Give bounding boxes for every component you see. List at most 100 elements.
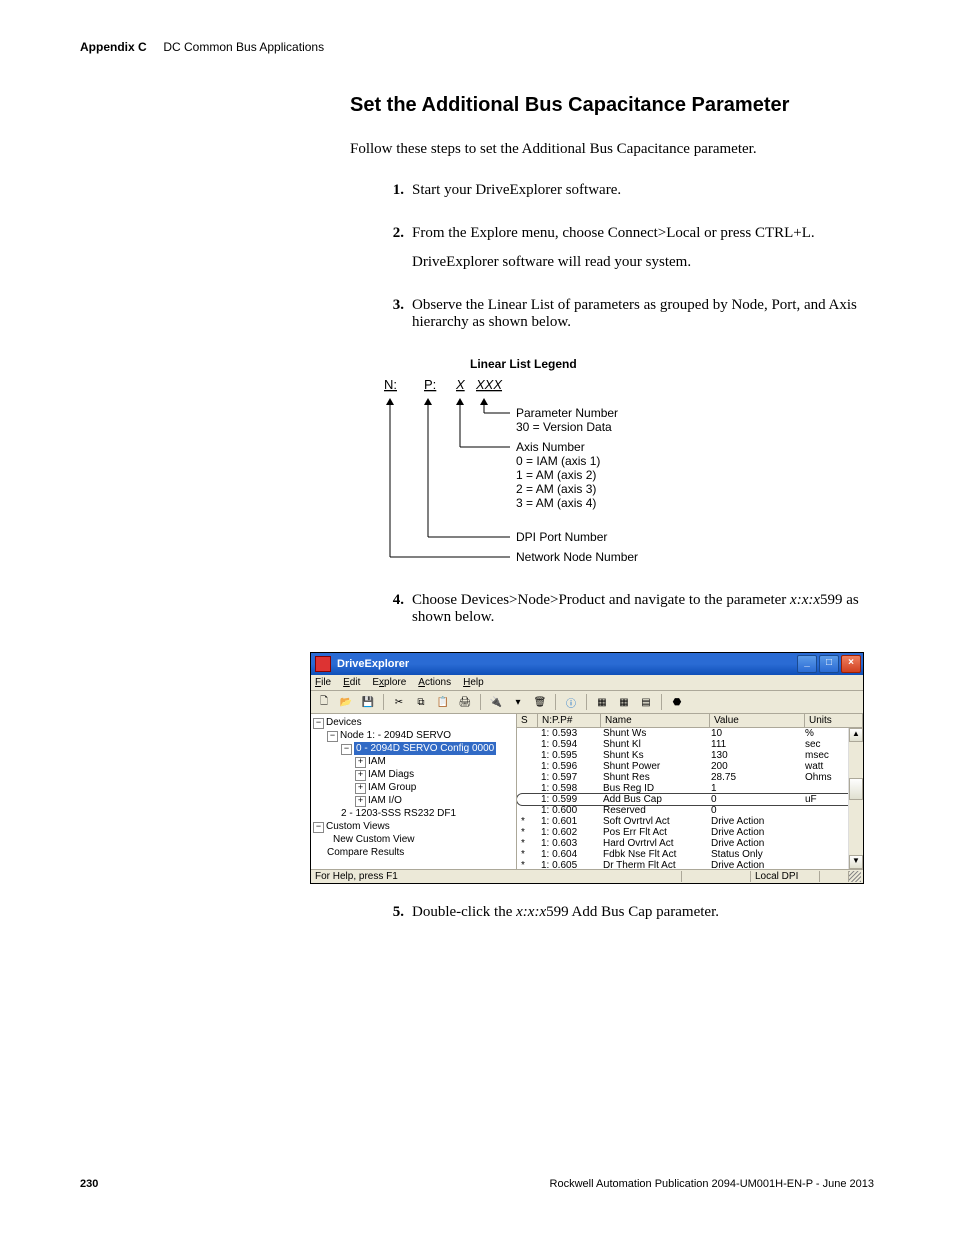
footer: 230 Rockwell Automation Publication 2094… bbox=[80, 1178, 874, 1190]
tree-port2[interactable]: 2 - 1203-SSS RS232 DF1 bbox=[341, 808, 456, 819]
col-units[interactable]: Units bbox=[805, 714, 863, 727]
tree-expand-icon[interactable]: + bbox=[355, 770, 366, 781]
label-axis2: 2 = AM (axis 3) bbox=[516, 482, 596, 496]
tree-collapse-icon[interactable]: − bbox=[313, 718, 324, 729]
table-row[interactable]: *1: 0.604Fdbk Nse Flt ActStatus Only bbox=[517, 849, 863, 860]
tree-expand-icon[interactable]: + bbox=[355, 783, 366, 794]
titlebar[interactable]: DriveExplorer _ □ × bbox=[311, 653, 863, 675]
menu-file[interactable]: File bbox=[315, 677, 331, 688]
tree-iam-diags[interactable]: IAM Diags bbox=[368, 769, 414, 780]
table-row[interactable]: 1: 0.596Shunt Power200watt bbox=[517, 761, 863, 772]
grid-icon[interactable]: ▤ bbox=[637, 693, 655, 711]
tree-expand-icon[interactable]: + bbox=[355, 757, 366, 768]
table-row[interactable]: 1: 0.594Shunt Kl111sec bbox=[517, 739, 863, 750]
step-3: Observe the Linear List of parameters as… bbox=[412, 297, 874, 331]
intro-text: Follow these steps to set the Additional… bbox=[350, 141, 874, 158]
list-header: S N:P.P# Name Value Units bbox=[517, 714, 863, 728]
minimize-button[interactable]: _ bbox=[797, 655, 817, 673]
tree-collapse-icon[interactable]: − bbox=[313, 822, 324, 833]
tree-expand-icon[interactable]: + bbox=[355, 796, 366, 807]
dropdown-icon[interactable]: ▾ bbox=[509, 693, 527, 711]
table-row[interactable]: 1: 0.598Bus Reg ID1 bbox=[517, 783, 863, 794]
col-np[interactable]: N:P.P# bbox=[538, 714, 601, 727]
legend-xxx: XXX bbox=[475, 377, 503, 392]
label-dpi: DPI Port Number bbox=[516, 530, 607, 544]
maximize-button[interactable]: □ bbox=[819, 655, 839, 673]
cut-icon[interactable]: ✂ bbox=[390, 693, 408, 711]
resize-grip-icon[interactable] bbox=[849, 871, 861, 882]
step-1: Start your DriveExplorer software. bbox=[412, 182, 874, 199]
table-row[interactable]: *1: 0.602Pos Err Flt ActDrive Action bbox=[517, 827, 863, 838]
step-2: From the Explore menu, choose Connect>Lo… bbox=[412, 225, 874, 242]
table-row[interactable]: 1: 0.597Shunt Res28.75Ohms bbox=[517, 772, 863, 783]
list-pane: S N:P.P# Name Value Units 1: 0.593Shunt … bbox=[517, 714, 863, 869]
legend-x: X bbox=[455, 377, 466, 392]
steps-list: 1.Start your DriveExplorer software. 2. … bbox=[380, 182, 874, 343]
running-header: Appendix C DC Common Bus Applications bbox=[80, 40, 874, 54]
menu-actions[interactable]: Actions bbox=[418, 677, 451, 688]
tree-iam[interactable]: IAM bbox=[368, 756, 386, 767]
table-row[interactable]: 1: 0.593Shunt Ws10% bbox=[517, 728, 863, 739]
tree-pane: −Devices −Node 1: - 2094D SERVO −0 - 209… bbox=[311, 714, 517, 869]
copy-icon[interactable]: ⧉ bbox=[412, 693, 430, 711]
tree-custom[interactable]: Custom Views bbox=[326, 821, 390, 832]
statusbar: For Help, press F1 Local DPI bbox=[311, 869, 863, 883]
appendix-label: Appendix C bbox=[80, 40, 147, 54]
scrollbar[interactable]: ▲ ▼ bbox=[848, 728, 863, 869]
scroll-thumb[interactable] bbox=[849, 778, 863, 800]
table-row[interactable]: *1: 0.601Soft Ovrtrvl ActDrive Action bbox=[517, 816, 863, 827]
section-title: Set the Additional Bus Capacitance Param… bbox=[350, 94, 874, 117]
toolbar: 🗋 📂 💾 ✂ ⧉ 📋 🖨 🔌 ▾ 🗑 ⓘ ▦ ▦ ▤ ⬣ bbox=[311, 691, 863, 714]
label-axis3: 3 = AM (axis 4) bbox=[516, 496, 596, 510]
table-row[interactable]: *1: 0.605Dr Therm Flt ActDrive Action bbox=[517, 860, 863, 869]
status-empty2 bbox=[820, 871, 849, 882]
publication-info: Rockwell Automation Publication 2094-UM0… bbox=[550, 1178, 874, 1190]
tree-iam-group[interactable]: IAM Group bbox=[368, 782, 416, 793]
tree-newcustom[interactable]: New Custom View bbox=[333, 834, 415, 845]
tree-node1[interactable]: Node 1: - 2094D SERVO bbox=[340, 730, 451, 741]
stop-icon[interactable]: ⬣ bbox=[668, 693, 686, 711]
col-value[interactable]: Value bbox=[710, 714, 805, 727]
new-icon[interactable]: 🗋 bbox=[315, 693, 333, 711]
table-row[interactable]: 1: 0.600Reserved0 bbox=[517, 805, 863, 816]
close-button[interactable]: × bbox=[841, 655, 861, 673]
step-4: Choose Devices>Node>Product and navigate… bbox=[412, 592, 874, 626]
legend-diagram: N: P: X XXX Parameter Number 30 = Versio… bbox=[380, 377, 874, 572]
scroll-up-icon[interactable]: ▲ bbox=[849, 728, 863, 742]
status-empty bbox=[682, 871, 751, 882]
window-title: DriveExplorer bbox=[337, 658, 797, 670]
tree-compare[interactable]: Compare Results bbox=[327, 847, 404, 858]
paste-icon[interactable]: 📋 bbox=[434, 693, 452, 711]
tree-collapse-icon[interactable]: − bbox=[341, 744, 352, 755]
open-icon[interactable]: 📂 bbox=[337, 693, 355, 711]
table-row[interactable]: 1: 0.595Shunt Ks130msec bbox=[517, 750, 863, 761]
table-row[interactable]: *1: 0.603Hard Ovrtrvl ActDrive Action bbox=[517, 838, 863, 849]
save-icon[interactable]: 💾 bbox=[359, 693, 377, 711]
label-axis0: 0 = IAM (axis 1) bbox=[516, 454, 600, 468]
info-icon[interactable]: ⓘ bbox=[562, 693, 580, 711]
status-help: For Help, press F1 bbox=[313, 871, 682, 882]
table-row[interactable]: 1: 0.599Add Bus Cap0uF bbox=[517, 794, 863, 805]
device2-icon[interactable]: ▦ bbox=[615, 693, 633, 711]
tree-iam-io[interactable]: IAM I/O bbox=[368, 795, 402, 806]
menu-help[interactable]: Help bbox=[463, 677, 484, 688]
connect-icon[interactable]: 🔌 bbox=[487, 693, 505, 711]
tree-collapse-icon[interactable]: − bbox=[327, 731, 338, 742]
device-icon[interactable]: ▦ bbox=[593, 693, 611, 711]
tree-config-selected[interactable]: 0 - 2094D SERVO Config 0000 bbox=[354, 742, 496, 755]
label-axis: Axis Number bbox=[516, 440, 585, 454]
scroll-down-icon[interactable]: ▼ bbox=[849, 855, 863, 869]
step-5: Double-click the x:x:x599 Add Bus Cap pa… bbox=[412, 904, 874, 921]
col-name[interactable]: Name bbox=[601, 714, 710, 727]
print-icon[interactable]: 🖨 bbox=[456, 693, 474, 711]
menu-edit[interactable]: Edit bbox=[343, 677, 360, 688]
legend-p: P: bbox=[424, 377, 436, 392]
driveexplorer-window: DriveExplorer _ □ × File Edit Explore Ac… bbox=[310, 652, 864, 884]
col-s[interactable]: S bbox=[517, 714, 538, 727]
legend-title: Linear List Legend bbox=[470, 357, 874, 371]
label-param-num: Parameter Number bbox=[516, 406, 618, 420]
delete-icon[interactable]: 🗑 bbox=[531, 693, 549, 711]
label-param-num2: 30 = Version Data bbox=[516, 420, 612, 434]
tree-devices[interactable]: Devices bbox=[326, 717, 362, 728]
menu-explore[interactable]: Explore bbox=[372, 677, 406, 688]
